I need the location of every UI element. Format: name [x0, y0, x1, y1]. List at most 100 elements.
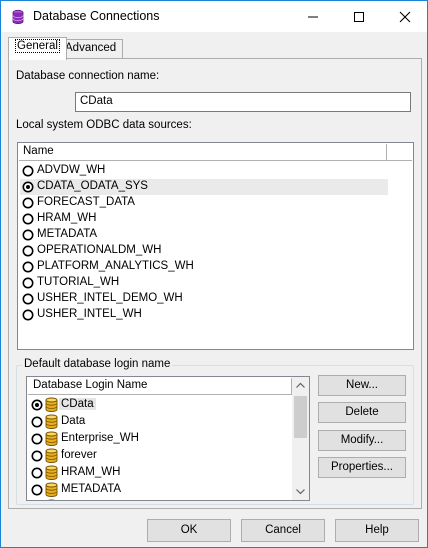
radio-button[interactable] — [22, 309, 34, 321]
odbc-list-item[interactable]: PLATFORM_ANALYTICS_WH — [20, 259, 388, 275]
tab-general[interactable]: General — [8, 37, 67, 60]
radio-button[interactable] — [31, 467, 43, 479]
odbc-column-header-filler — [387, 144, 412, 161]
radio-button[interactable] — [22, 261, 34, 273]
database-cylinder-icon — [45, 414, 58, 429]
login-list-item[interactable]: CData — [29, 396, 291, 413]
maximize-icon — [354, 12, 364, 22]
database-icon — [12, 9, 24, 25]
database-cylinder-icon — [45, 397, 58, 412]
login-item-label: HRAM_WH — [61, 466, 121, 478]
odbc-item-label: PLATFORM_ANALYTICS_WH — [37, 260, 194, 272]
odbc-item-label: METADATA — [37, 228, 98, 240]
cancel-button[interactable]: Cancel — [241, 519, 325, 542]
database-cylinder-icon — [47, 499, 56, 500]
default-login-group-label: Default database login name — [22, 358, 173, 370]
radio-button[interactable] — [22, 197, 34, 209]
odbc-list-item[interactable]: METADATA — [20, 227, 388, 243]
odbc-column-header-name[interactable]: Name — [19, 144, 387, 161]
maximize-button[interactable] — [336, 1, 382, 32]
title-bar[interactable]: Database Connections — [1, 1, 427, 32]
odbc-list-item[interactable]: TUTORIAL_WH — [20, 275, 388, 291]
connection-name-value: CData — [80, 95, 113, 107]
odbc-list-header: Name — [19, 144, 412, 161]
odbc-sources-label: Local system ODBC data sources: — [16, 119, 192, 131]
radio-button[interactable] — [31, 433, 43, 445]
radio-button[interactable] — [31, 450, 43, 462]
help-button-label: Help — [365, 524, 389, 536]
database-cylinder-icon — [45, 482, 58, 497]
window-title: Database Connections — [33, 9, 160, 23]
radio-button[interactable] — [22, 245, 34, 257]
tab-advanced[interactable]: Advanced — [58, 39, 124, 59]
database-connections-dialog: Database Connections General Advanced Da… — [0, 0, 428, 548]
odbc-list-item[interactable]: FORECAST_DATA — [20, 195, 388, 211]
delete-login-button[interactable]: Delete — [318, 402, 406, 423]
login-list-scrollbar[interactable] — [292, 377, 309, 500]
delete-login-button-label: Delete — [345, 406, 379, 418]
odbc-list-item[interactable]: CDATA_ODATA_SYS — [20, 179, 388, 195]
odbc-item-label: CDATA_ODATA_SYS — [37, 180, 148, 192]
radio-button[interactable] — [22, 229, 34, 241]
login-item-label: METADATA — [61, 483, 122, 495]
tab-general-label: General — [15, 39, 60, 53]
properties-login-button[interactable]: Properties... — [318, 457, 406, 478]
odbc-item-label: USHER_INTEL_DEMO_WH — [37, 292, 183, 304]
login-list-header: Database Login Name — [28, 378, 292, 395]
radio-button[interactable] — [31, 399, 43, 411]
minimize-icon — [308, 16, 318, 18]
login-list-item[interactable]: Enterprise_WH — [29, 430, 291, 447]
scroll-thumb[interactable] — [294, 396, 307, 438]
login-column-header[interactable]: Database Login Name — [28, 378, 292, 395]
login-item-label: Enterprise_WH — [61, 432, 139, 444]
radio-button[interactable] — [31, 416, 43, 428]
odbc-item-label: USHER_INTEL_WH — [37, 308, 142, 320]
odbc-list-item[interactable]: USHER_INTEL_DEMO_WH — [20, 291, 388, 307]
login-item-label: Data — [61, 415, 86, 427]
odbc-item-label: ADVDW_WH — [37, 164, 106, 176]
radio-button[interactable] — [22, 213, 34, 225]
connection-name-input[interactable]: CData — [75, 92, 411, 112]
odbc-list-item[interactable]: USHER_INTEL_WH — [20, 307, 388, 323]
radio-button[interactable] — [22, 165, 34, 177]
login-list-item[interactable]: METADATA — [29, 481, 291, 498]
database-cylinder-icon — [45, 431, 58, 446]
radio-button[interactable] — [22, 277, 34, 289]
chevron-down-icon — [296, 489, 305, 495]
scroll-up-button[interactable] — [292, 377, 309, 394]
radio-button[interactable] — [31, 484, 43, 496]
modify-login-button-label: Modify... — [340, 434, 384, 446]
help-button[interactable]: Help — [335, 519, 419, 542]
odbc-sources-list[interactable]: Name ADVDW_WH CDATA_ODATA_SYS FORECAST_DAT… — [17, 142, 414, 350]
odbc-list-item[interactable]: HRAM_WH — [20, 211, 388, 227]
chevron-up-icon — [296, 382, 305, 388]
minimize-button[interactable] — [290, 1, 336, 32]
ok-button[interactable]: OK — [147, 519, 231, 542]
odbc-item-label: OPERATIONALDM_WH — [37, 244, 162, 256]
connection-name-label: Database connection name: — [16, 70, 160, 82]
new-login-button-label: New... — [346, 379, 378, 391]
database-cylinder-icon — [45, 465, 58, 480]
close-button[interactable] — [382, 1, 428, 32]
close-icon — [399, 11, 411, 23]
odbc-list-item[interactable]: OPERATIONALDM_WH — [20, 243, 388, 259]
login-column-header-label: Database Login Name — [33, 379, 148, 391]
cancel-button-label: Cancel — [265, 524, 301, 536]
database-cylinder-icon — [45, 448, 58, 463]
login-list-item[interactable]: Data — [29, 413, 291, 430]
new-login-button[interactable]: New... — [318, 375, 406, 396]
modify-login-button[interactable]: Modify... — [318, 430, 406, 451]
odbc-item-label: TUTORIAL_WH — [37, 276, 120, 288]
login-item-label: forever — [61, 449, 97, 461]
login-names-list[interactable]: Database Login Name CData Data Enterprise_… — [26, 376, 310, 501]
login-list-item[interactable]: HRAM_WH — [29, 464, 291, 481]
odbc-item-label: FORECAST_DATA — [37, 196, 135, 208]
login-list-item[interactable]: forever — [29, 447, 291, 464]
radio-button[interactable] — [22, 293, 34, 305]
login-item-label: CData — [59, 398, 96, 410]
odbc-list-item[interactable]: ADVDW_WH — [20, 163, 388, 179]
scroll-down-button[interactable] — [292, 483, 309, 500]
properties-login-button-label: Properties... — [331, 461, 393, 473]
radio-button[interactable] — [22, 181, 34, 193]
login-list-item[interactable]: METADATA1 — [29, 498, 291, 500]
